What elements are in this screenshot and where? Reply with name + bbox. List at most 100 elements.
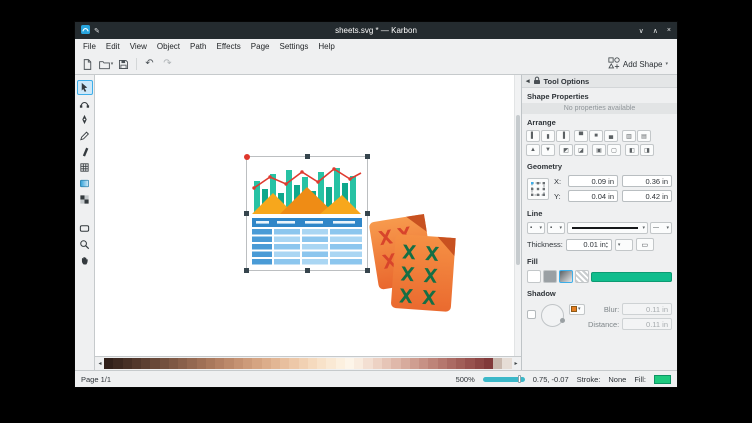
palette-swatch[interactable] <box>299 358 308 369</box>
line-width-unit-select[interactable]: ▾ <box>615 239 633 251</box>
selection-handle[interactable] <box>305 268 310 273</box>
palette-swatch[interactable] <box>243 358 252 369</box>
close-button[interactable]: × <box>667 27 671 35</box>
distribute-v-button[interactable]: ▤ <box>637 130 651 142</box>
palette-swatch[interactable] <box>308 358 317 369</box>
width-field[interactable]: 0.36 in <box>622 175 672 187</box>
scrollbar-thumb[interactable] <box>516 115 520 265</box>
dock-header[interactable]: ◂ Tool Options <box>522 75 677 88</box>
save-button[interactable] <box>115 56 132 73</box>
stroke-editor-button[interactable]: ▭ <box>636 238 654 251</box>
align-left-button[interactable]: ▌ <box>526 130 540 142</box>
menu-view[interactable]: View <box>125 41 152 52</box>
zoom-slider[interactable] <box>483 377 525 382</box>
pencil-tool[interactable] <box>77 128 93 143</box>
selection-tool[interactable] <box>77 80 93 95</box>
new-document-button[interactable] <box>79 56 96 73</box>
zoom-slider-handle[interactable] <box>518 375 521 383</box>
palette-swatch[interactable] <box>475 358 484 369</box>
flip-h-button[interactable]: ◧ <box>625 144 639 156</box>
palette-swatch[interactable] <box>289 358 298 369</box>
palette-swatch[interactable] <box>104 358 113 369</box>
selection-handle[interactable] <box>244 268 249 273</box>
selection-handle[interactable] <box>244 154 250 160</box>
palette-swatch[interactable] <box>262 358 271 369</box>
palette-swatch[interactable] <box>317 358 326 369</box>
palette-swatch[interactable] <box>160 358 169 369</box>
selection-handle[interactable] <box>305 154 310 159</box>
palette-swatch[interactable] <box>123 358 132 369</box>
thickness-spinbox[interactable]: 0.01 in ▴▾ <box>566 239 612 251</box>
palette-swatch[interactable] <box>354 358 363 369</box>
undo-button[interactable]: ↶ <box>141 56 158 73</box>
palette-swatch[interactable] <box>410 358 419 369</box>
minimize-button[interactable]: ∨ <box>639 27 644 35</box>
palette-swatch[interactable] <box>484 358 493 369</box>
join-style-select[interactable]: ▪ ▾ <box>547 222 565 234</box>
shadow-angle-dial[interactable] <box>541 304 564 327</box>
menu-help[interactable]: Help <box>313 41 339 52</box>
ungroup-button[interactable]: ▢ <box>607 144 621 156</box>
cap-style-select[interactable]: ▪ ▾ <box>527 222 545 234</box>
palette-swatch[interactable] <box>391 358 400 369</box>
open-menu-caret-icon[interactable]: ▾ <box>111 61 114 67</box>
send-to-back-button[interactable]: ◪ <box>574 144 588 156</box>
palette-swatch[interactable] <box>252 358 261 369</box>
height-field[interactable]: 0.42 in <box>622 190 672 202</box>
chart-image[interactable] <box>246 156 368 271</box>
shadow-enable-checkbox[interactable] <box>527 310 536 319</box>
distribute-h-button[interactable]: ▥ <box>622 130 636 142</box>
open-document-button[interactable]: ▾ <box>97 56 114 73</box>
x-position-field[interactable]: 0.09 in <box>568 175 618 187</box>
palette-prev-button[interactable]: ◂ <box>96 358 104 369</box>
stroke-value[interactable]: None <box>608 375 626 384</box>
palette-swatch[interactable] <box>382 358 391 369</box>
palette-swatch[interactable] <box>234 358 243 369</box>
dial-knob[interactable] <box>560 318 565 323</box>
palette-swatch[interactable] <box>113 358 122 369</box>
palette-swatch[interactable] <box>493 358 502 369</box>
palette-swatch[interactable] <box>502 358 511 369</box>
palette-swatch[interactable] <box>215 358 224 369</box>
palette-swatch[interactable] <box>419 358 428 369</box>
align-right-button[interactable]: ▐ <box>556 130 570 142</box>
raise-button[interactable]: ▲ <box>526 144 540 156</box>
pattern-tool[interactable] <box>77 192 93 207</box>
vertical-scrollbar[interactable] <box>514 75 521 356</box>
palette-swatch[interactable] <box>363 358 372 369</box>
edit-shapes-tool[interactable] <box>77 96 93 111</box>
palette-swatch[interactable] <box>465 358 474 369</box>
line-style-select[interactable]: ▾ <box>567 222 648 234</box>
lock-icon[interactable] <box>533 76 541 87</box>
blur-field[interactable]: 0.11 in <box>622 303 672 315</box>
pan-tool[interactable] <box>77 253 93 268</box>
palette-swatch[interactable] <box>373 358 382 369</box>
add-shape-button[interactable]: Add Shape ▾ <box>603 56 673 72</box>
pen-tool[interactable] <box>77 112 93 127</box>
menu-page[interactable]: Page <box>246 41 275 52</box>
fill-color-bar[interactable] <box>591 272 672 282</box>
palette-swatch[interactable] <box>197 358 206 369</box>
dna-sheets-image[interactable] <box>367 212 457 315</box>
distance-field[interactable]: 0.11 in <box>622 318 672 330</box>
menu-effects[interactable]: Effects <box>211 41 245 52</box>
y-position-field[interactable]: 0.04 in <box>568 190 618 202</box>
palette-swatch[interactable] <box>187 358 196 369</box>
palette-swatch[interactable] <box>150 358 159 369</box>
palette-swatch[interactable] <box>141 358 150 369</box>
zoom-tool[interactable] <box>77 237 93 252</box>
palette-swatch[interactable] <box>326 358 335 369</box>
selection-handle[interactable] <box>244 211 249 216</box>
grid-tool[interactable] <box>77 160 93 175</box>
align-bottom-button[interactable]: ▄ <box>604 130 618 142</box>
fill-gradient-button[interactable] <box>559 270 573 283</box>
fill-solid-button[interactable] <box>543 270 557 283</box>
titlebar[interactable]: ✎ sheets.svg * — Karbon ∨ ∧ × <box>75 22 677 39</box>
menu-object[interactable]: Object <box>152 41 185 52</box>
menu-file[interactable]: File <box>78 41 101 52</box>
align-center-h-button[interactable]: ▮ <box>541 130 555 142</box>
palette-swatch[interactable] <box>401 358 410 369</box>
palette-swatch[interactable] <box>447 358 456 369</box>
menu-settings[interactable]: Settings <box>274 41 313 52</box>
fill-pattern-button[interactable] <box>575 270 589 283</box>
